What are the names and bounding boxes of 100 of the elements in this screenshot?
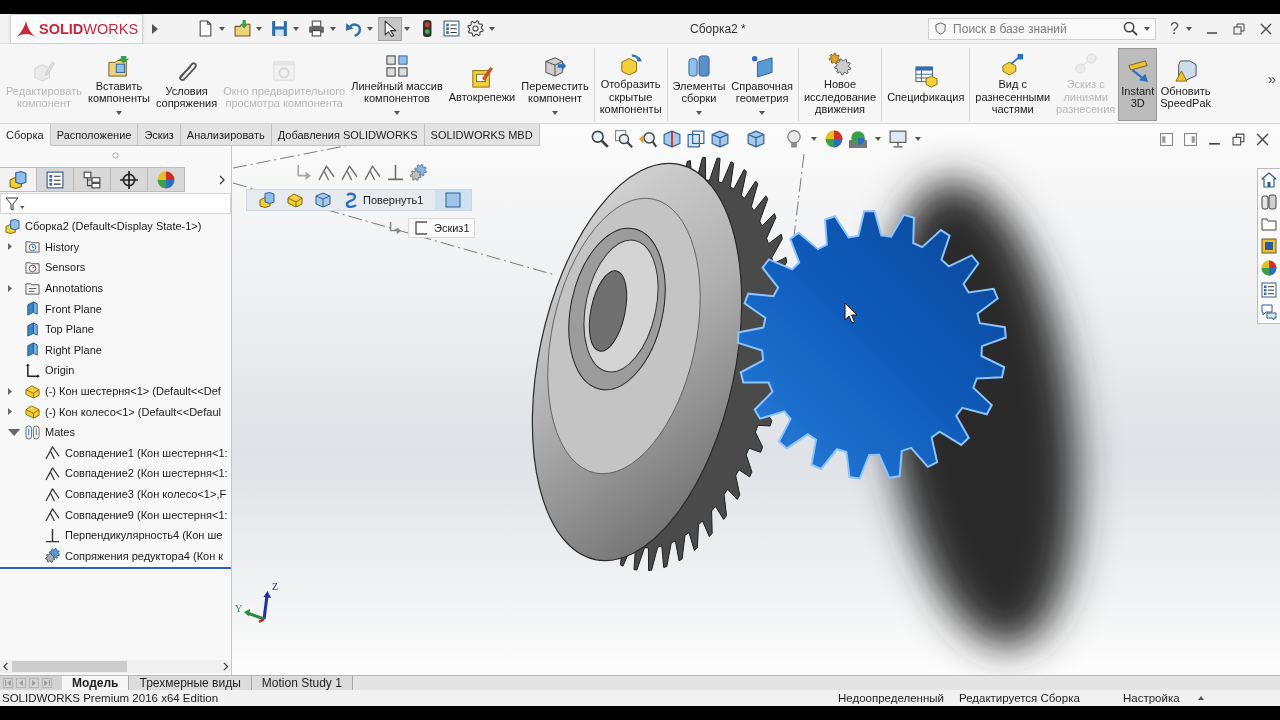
panel-tab[interactable] (111, 167, 148, 192)
cube-frame-icon[interactable] (687, 130, 705, 148)
command-tab[interactable]: Анализировать (180, 124, 272, 146)
more-button[interactable]: » (1265, 70, 1278, 87)
tree-item[interactable]: Sensors (45, 261, 86, 274)
scrollbar-thumb[interactable] (12, 661, 128, 672)
block-icon[interactable] (287, 192, 303, 208)
home-icon[interactable] (1261, 172, 1277, 188)
horizontal-scrollbar[interactable] (0, 660, 231, 673)
command-tab[interactable]: Добавления SOLIDWORKS (271, 124, 425, 146)
panel-tab[interactable] (37, 167, 74, 192)
sheet-tab[interactable]: Модель (62, 676, 130, 690)
ribbon-button[interactable]: Спецификация (884, 48, 968, 121)
cube-icon[interactable] (315, 192, 331, 208)
tree-item[interactable]: Origin (45, 364, 75, 377)
ribbon-button[interactable]: Элементы сборки (669, 48, 729, 121)
magnifier-arrow-icon[interactable] (639, 130, 657, 148)
breadcrumb-item[interactable]: Эскиз1 (408, 218, 475, 238)
light-bulb-icon[interactable] (785, 130, 803, 148)
caret-icon[interactable] (293, 26, 299, 31)
caret-icon[interactable] (1186, 26, 1192, 31)
toolbar-button[interactable] (378, 16, 402, 41)
perpendicular-icon[interactable] (387, 164, 404, 181)
ribbon-button[interactable]: Новое исследование движения (800, 48, 880, 121)
folder-icon[interactable] (1261, 216, 1277, 232)
expand-arrow-icon[interactable] (8, 387, 12, 395)
triangle-right-icon[interactable] (152, 23, 158, 34)
sheet-tab[interactable]: Трехмерные виды (129, 676, 252, 690)
tree-item[interactable]: Annotations (45, 282, 104, 295)
command-tab[interactable]: Расположение (50, 124, 139, 146)
ribbon-button[interactable]: Instant 3D (1118, 48, 1158, 121)
solidworks-menu-button[interactable]: SOLIDWORKS (10, 13, 143, 44)
ribbon-button[interactable]: Справочная геометрия (728, 48, 796, 121)
caret-icon[interactable] (875, 137, 881, 141)
expand-arrow-icon[interactable] (8, 408, 12, 416)
ribbon-button[interactable]: Условия сопряжения (152, 48, 221, 121)
panel-tab[interactable] (74, 167, 111, 192)
caret-icon[interactable] (489, 26, 495, 31)
expand-arrow-icon[interactable] (8, 284, 12, 292)
tree-item[interactable]: Right Plane (45, 343, 102, 356)
restore-icon[interactable] (1232, 133, 1245, 146)
close-icon[interactable] (1256, 133, 1269, 146)
tree-item[interactable]: Совпадение1 (Кон шестерня<1: (65, 446, 228, 459)
blocks-icon[interactable] (259, 192, 275, 208)
tile-left-icon[interactable] (1160, 133, 1173, 146)
tree-item[interactable]: Front Plane (45, 302, 102, 315)
tree-item[interactable]: Совпадение2 (Кон шестерня<1: (65, 467, 228, 480)
tree-item[interactable]: (-) Кон шестерня<1> (Default<<Def (45, 385, 221, 398)
expand-arrow-icon[interactable] (8, 243, 12, 251)
ribbon-button[interactable]: Отобразить скрытые компоненты (596, 48, 665, 121)
chevron-right-icon[interactable] (219, 174, 225, 185)
caret-icon[interactable] (219, 26, 225, 31)
caret-icon[interactable] (1144, 26, 1151, 31)
ribbon-button[interactable]: Переместить компонент (518, 48, 592, 121)
ribbon-button[interactable]: Обновить SpeedPak (1157, 48, 1215, 121)
caret-icon[interactable] (330, 26, 336, 31)
tree-item[interactable]: History (45, 240, 80, 253)
tree-item[interactable]: Сопряжения редуктора4 (Кон к (65, 549, 224, 562)
angle-mark-icon[interactable] (318, 164, 335, 181)
color-sphere-icon[interactable] (1261, 260, 1277, 276)
tree-item[interactable]: (-) Кон колесо<1> (Default<<Defaul (45, 405, 221, 418)
list-icon[interactable] (1261, 282, 1277, 298)
angle-mark-icon[interactable] (364, 164, 381, 181)
help-button[interactable]: ? (1170, 19, 1179, 38)
rollback-bar[interactable] (0, 567, 231, 570)
tree-item[interactable]: Сборка2 (Default<Display State-1>) (25, 220, 202, 233)
cylinders-icon[interactable] (1261, 194, 1277, 210)
caret-icon[interactable] (256, 26, 262, 31)
sphere-scene-icon[interactable] (849, 130, 867, 148)
sheet-tab[interactable]: Motion Study 1 (251, 676, 353, 690)
caret-up-icon[interactable] (1198, 696, 1204, 700)
caret-icon[interactable] (811, 137, 817, 141)
triad-drawing[interactable] (244, 591, 271, 624)
collapse-arrow-icon[interactable] (8, 428, 21, 436)
caret-icon[interactable] (404, 26, 410, 31)
chat-icon[interactable] (1261, 304, 1277, 320)
tree-item[interactable]: Top Plane (45, 323, 94, 336)
magnifier-icon[interactable] (591, 130, 609, 148)
ribbon-button[interactable]: Вид с разнесенными частями (972, 48, 1054, 121)
tree-item[interactable]: Mates (45, 426, 75, 439)
command-tab[interactable]: Эскиз (138, 124, 181, 146)
color-sphere-icon[interactable] (825, 130, 843, 148)
frame-icon[interactable] (1261, 238, 1277, 254)
cube-icon[interactable] (711, 130, 729, 148)
tree-item[interactable]: Совпадение9 (Кон шестерня<1: (65, 508, 228, 521)
monitor-icon[interactable] (889, 130, 907, 148)
caret-icon[interactable] (367, 26, 373, 31)
cube-icon[interactable] (747, 130, 765, 148)
tree-item[interactable]: Совпадение3 (Кон колесо<1>,F (65, 488, 227, 500)
section-cube-icon[interactable] (663, 130, 681, 148)
search-icon[interactable] (1123, 20, 1139, 36)
ribbon-button[interactable]: Линейный массив компонентов (348, 48, 446, 121)
command-tab[interactable]: SOLIDWORKS MBD (424, 124, 540, 146)
restore-icon[interactable] (1233, 22, 1245, 35)
search-field[interactable]: Поиск в базе знаний (928, 17, 1157, 40)
angle-mark-icon[interactable] (341, 164, 358, 181)
ribbon-button[interactable]: Автокрепежи (445, 48, 519, 121)
close-icon[interactable] (1260, 22, 1272, 35)
spur-gear-drawing[interactable] (736, 210, 1007, 480)
bevel-gear-drawing[interactable] (531, 157, 790, 571)
